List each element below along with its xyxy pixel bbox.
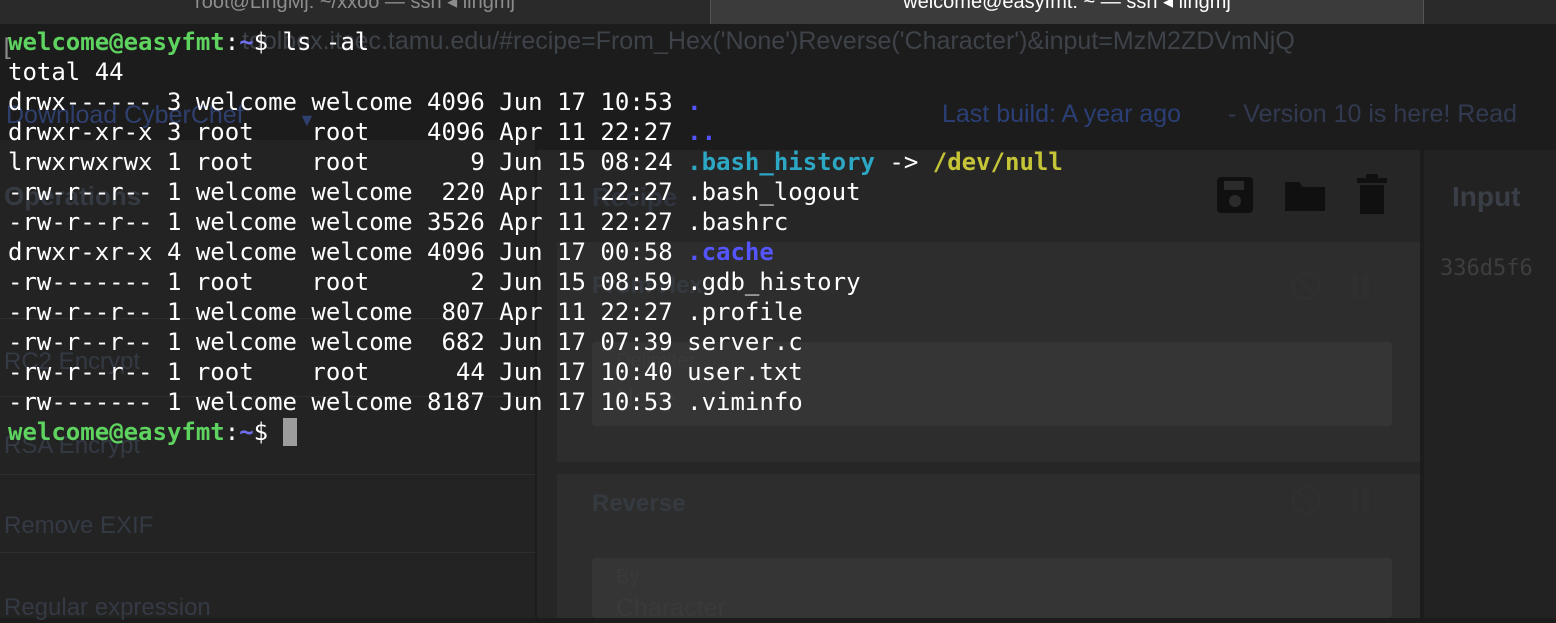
prompt-user-host: welcome@easyfmt [8,418,225,446]
listing-row: -rw------- 1 welcome welcome 8187 Jun 17… [8,387,803,417]
listing-row: -rw-r--r-- 1 welcome welcome 682 Jun 17 … [8,327,803,357]
terminal-output[interactable]: [ welcome@easyfmt:~$ ls -al total 44 drw… [0,24,1556,618]
file-name: .viminfo [687,388,803,416]
symlink-target: /dev/null [932,148,1063,176]
text-cursor [282,418,297,446]
file-meta: drwxr-xr-x 3 root root 4096 Apr 11 22:27 [8,118,688,146]
tab-root-lingmj[interactable]: root@LingMj: ~/xxoo — ssh ◂ lingmj [0,0,710,24]
file-meta: -rw-r--r-- 1 welcome welcome 3526 Apr 11… [8,208,688,236]
file-meta: -rw-r--r-- 1 welcome welcome 807 Apr 11 … [8,298,688,326]
prompt-colon: : [224,418,240,446]
prompt-path: ~ [239,28,254,56]
total-line: total 44 [8,58,124,86]
prompt-symbol: $ [253,28,283,56]
prompt-line[interactable]: welcome@easyfmt:~$ [8,417,297,447]
file-name: user.txt [687,358,803,386]
terminal-tab-bar: root@LingMj: ~/xxoo — ssh ◂ lingmj welco… [0,0,1556,24]
listing-row: drwxr-xr-x 4 welcome welcome 4096 Jun 17… [8,237,774,267]
listing-row: -rw-r--r-- 1 welcome welcome 220 Apr 11 … [8,177,861,207]
listing-row: -rw-r--r-- 1 root root 44 Jun 17 10:40 u… [8,357,803,387]
file-name: .gdb_history [687,268,861,296]
file-name: .bash_logout [687,178,861,206]
listing-row: -rw-r--r-- 1 welcome welcome 3526 Apr 11… [8,207,788,237]
prompt-colon: : [224,28,240,56]
file-meta: drwx------ 3 welcome welcome 4096 Jun 17… [8,88,688,116]
command-line: welcome@easyfmt:~$ ls -al [8,27,369,57]
tab-title: welcome@easyfmt: ~ — ssh ◂ lingmj [903,0,1231,13]
file-name: .cache [687,238,774,266]
file-meta: -rw-r--r-- 1 welcome welcome 220 Apr 11 … [8,178,688,206]
listing-row: drwx------ 3 welcome welcome 4096 Jun 17… [8,87,702,117]
tab-divider [1423,0,1424,24]
file-name: .profile [687,298,803,326]
symlink-arrow: -> [874,148,933,176]
listing-row: -rw-r--r-- 1 welcome welcome 807 Apr 11 … [8,297,803,327]
tab-title: root@LingMj: ~/xxoo — ssh ◂ lingmj [195,0,515,13]
command-text: ls -al [282,28,370,56]
prompt-user-host: welcome@easyfmt [8,28,225,56]
file-name: .bashrc [687,208,789,236]
tab-welcome-easyfmt[interactable]: welcome@easyfmt: ~ — ssh ◂ lingmj [711,0,1423,24]
file-meta: -rw------- 1 welcome welcome 8187 Jun 17… [8,388,688,416]
file-meta: -rw-r--r-- 1 root root 44 Jun 17 10:40 [8,358,688,386]
listing-row: drwxr-xr-x 3 root root 4096 Apr 11 22:27… [8,117,716,147]
listing-row: -rw------- 1 root root 2 Jun 15 08:59 .g… [8,267,861,297]
prompt-path: ~ [239,418,254,446]
file-meta: lrwxrwxrwx 1 root root 9 Jun 15 08:24 [8,148,688,176]
file-name: .. [687,118,717,146]
file-meta: drwxr-xr-x 4 welcome welcome 4096 Jun 17… [8,238,688,266]
file-meta: -rw------- 1 root root 2 Jun 15 08:59 [8,268,688,296]
file-name: . [687,88,702,116]
file-name: .bash_history [687,148,875,176]
file-name: server.c [687,328,803,356]
file-meta: -rw-r--r-- 1 welcome welcome 682 Jun 17 … [8,328,688,356]
listing-row: lrwxrwxrwx 1 root root 9 Jun 15 08:24 .b… [8,147,1063,177]
prompt-symbol: $ [253,418,283,446]
